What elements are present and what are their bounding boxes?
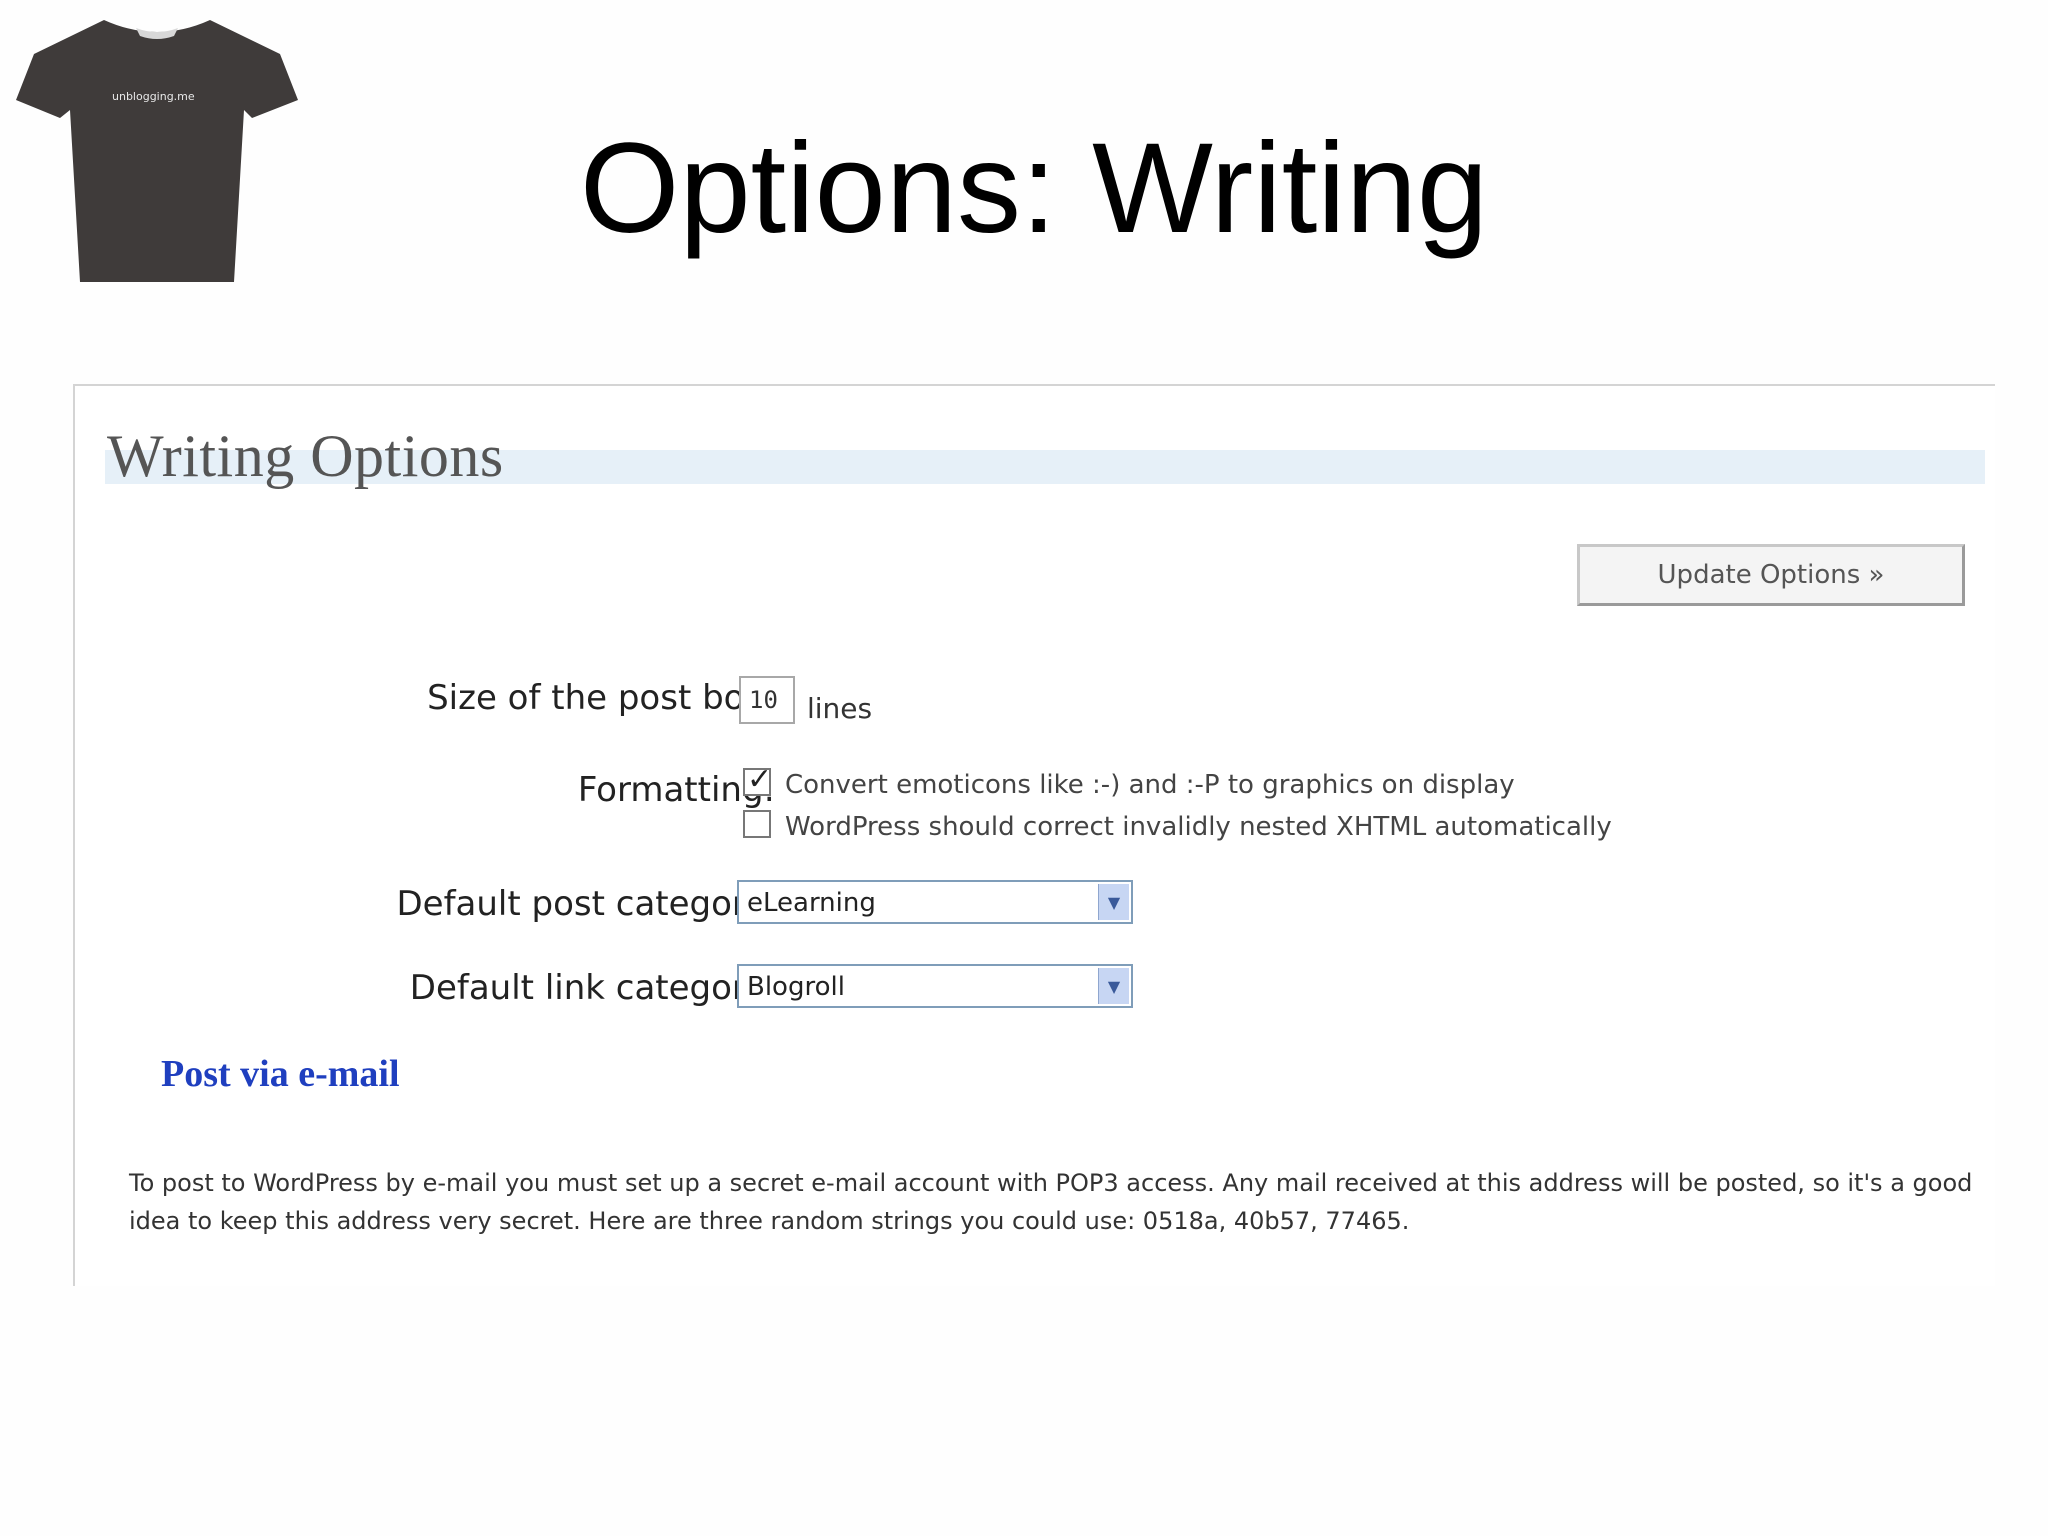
slide-title: Options: Writing bbox=[579, 117, 1489, 260]
panel-heading-area: Writing Options bbox=[105, 423, 1985, 489]
default-link-category-select[interactable]: Blogroll ▼ bbox=[737, 964, 1133, 1008]
emoticons-checkbox-label[interactable]: Convert emoticons like :-) and :-P to gr… bbox=[785, 770, 1515, 800]
writing-options-panel: Writing Options Update Options » Size of… bbox=[73, 384, 1995, 1286]
xhtml-correction-checkbox[interactable] bbox=[743, 810, 771, 838]
post-via-email-heading: Post via e-mail bbox=[161, 1053, 400, 1095]
slide: unblogging.me Options: Writing Writing O… bbox=[0, 0, 2048, 1536]
post-via-email-description: To post to WordPress by e-mail you must … bbox=[129, 1169, 1973, 1235]
emoticons-checkbox[interactable]: ✓ bbox=[743, 762, 772, 797]
default-link-category-value: Blogroll bbox=[747, 972, 845, 1002]
default-post-category-label: Default post category: bbox=[396, 884, 775, 924]
update-options-button[interactable]: Update Options » bbox=[1577, 544, 1965, 606]
post-box-size-unit: lines bbox=[807, 692, 873, 725]
panel-heading: Writing Options bbox=[107, 423, 504, 489]
tshirt-logo-text: unblogging.me bbox=[112, 90, 195, 103]
post-box-size-label: Size of the post box: bbox=[427, 678, 775, 718]
post-box-size-input[interactable]: 10 bbox=[739, 676, 795, 724]
checkmark-icon: ✓ bbox=[747, 762, 773, 797]
default-post-category-value: eLearning bbox=[747, 888, 876, 918]
chevron-down-icon[interactable]: ▼ bbox=[1098, 884, 1129, 920]
chevron-down-icon[interactable]: ▼ bbox=[1098, 968, 1129, 1004]
default-post-category-select[interactable]: eLearning ▼ bbox=[737, 880, 1133, 924]
default-link-category-label: Default link category: bbox=[409, 968, 775, 1008]
xhtml-correction-checkbox-label[interactable]: WordPress should correct invalidly neste… bbox=[785, 812, 1612, 842]
